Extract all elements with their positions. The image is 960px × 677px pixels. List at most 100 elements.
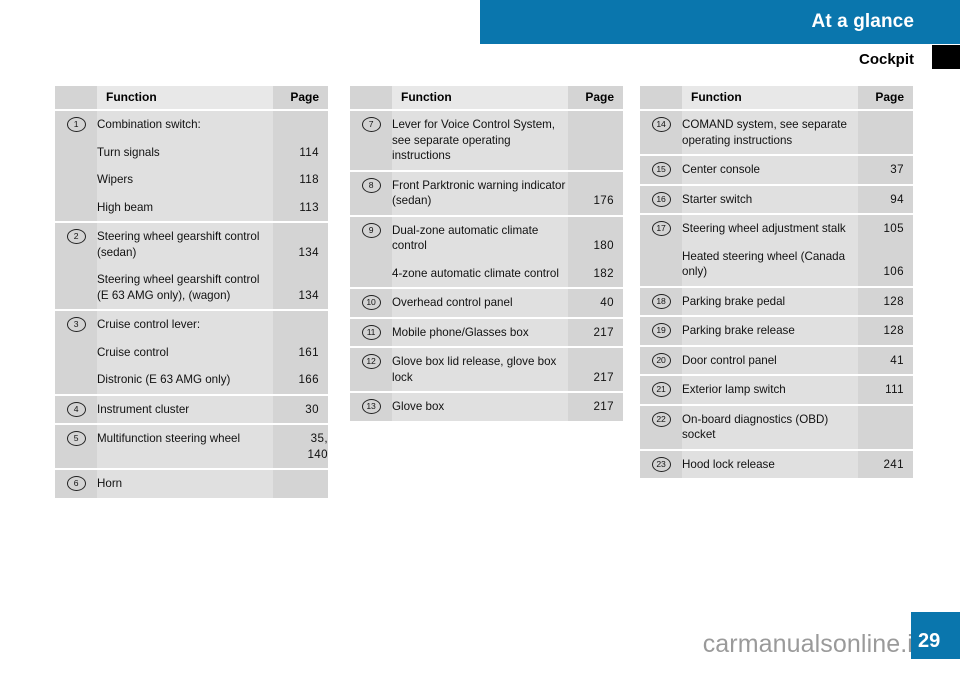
header-function: Function [682,86,858,110]
page-cell: 105 [858,213,913,243]
circled-number-icon: 5 [55,425,97,446]
page-cell: 166 [273,366,328,395]
function-text: Steering wheel gearshift control (E 63 AM… [97,273,260,302]
function-text: Lever for Voice Control System, see sepa… [392,118,556,162]
marker-7: 7 [361,117,381,132]
function-table: Function Page 7 Lever for Voice Control Sys… [350,86,623,421]
function-text: Center console [682,163,760,176]
function-cell: Front Parktronic warning indicator (seda… [392,169,568,216]
table-row: 23 Hood lock release 241 [640,448,913,478]
page-value-wrap: 134 [298,288,319,310]
header-function: Function [392,86,568,110]
row-marker-cell: 7 [350,109,392,171]
page-cell: 128 [858,315,913,346]
page-cell: 113 [273,193,328,222]
page-number-value: 217 [593,370,614,384]
row-marker-cell: 18 [640,285,682,316]
page-value-wrap: 37 [890,162,904,184]
page-number-value: 111 [885,383,904,396]
circled-number-icon: 16 [640,186,682,207]
marker-15: 15 [651,162,671,177]
row-marker-cell: 22 [640,403,682,450]
marker-9: 9 [361,222,381,238]
function-cell: Dual-zone automatic climate control [392,214,568,260]
table-row: High beam 113 [55,193,328,222]
page-number-value: 106 [883,265,904,278]
circled-number-icon: 9 [350,217,392,238]
page-value-wrap: 217 [593,325,614,347]
page-value-wrap: 128 [883,294,904,316]
function-cell: Cruise control lever: [97,309,273,339]
page-cell: 134 [273,266,328,310]
page-number-value: 217 [593,325,614,339]
function-table-column-2: Function Page 7 Lever for Voice Control Sys… [350,86,623,421]
function-text: Turn signals [97,145,160,159]
page-number-value: 241 [883,457,904,471]
circled-number-icon: 15 [640,156,682,177]
row-marker-cell [55,193,97,222]
table-row: 18 Parking brake pedal 128 [640,285,913,316]
circled-number-icon: 23 [640,451,682,472]
table-header-row: Function Page [350,86,623,110]
page-number-value: 176 [593,194,614,207]
table-row: 21 Exterior lamp switch 111 [640,374,913,405]
function-text: Exterior lamp switch [682,383,786,396]
circled-number-icon: 13 [350,393,392,414]
table-row: Steering wheel gearshift control (E 63 AM… [55,266,328,310]
marker-3: 3 [66,317,86,332]
function-cell: Glove box lid release, glove box lock [392,346,568,392]
row-marker-cell: 2 [55,221,97,266]
function-text: On-board diagnostics (OBD) socket [682,412,829,442]
page-cell: 37 [858,154,913,185]
function-text: Parking brake release [682,324,795,337]
page-number-value: 134 [298,288,319,302]
function-text: Instrument cluster [97,402,190,416]
page-number-value: 180 [593,239,614,252]
table-row: 11 Mobile phone/Glasses box 217 [350,316,623,347]
page-value-wrap: 94 [890,192,904,214]
page-value-wrap: 166 [298,372,319,394]
function-table-column-1: Function Page 1 Combination switch: Turn sig… [55,86,328,498]
function-text: Cruise control lever: [97,318,201,331]
page-value-wrap: 180 [593,238,614,260]
page-number-value: 161 [298,345,319,359]
page-number: 29 [918,630,941,652]
circled-number-icon: 8 [350,172,392,193]
function-text: COMAND system, see separate operating in… [682,118,847,147]
marker-2: 2 [66,229,86,244]
row-marker-cell: 5 [55,423,97,469]
header-page: Page [568,86,623,110]
page-cell: 161 [273,338,328,366]
row-marker-cell: 20 [640,344,682,375]
page-number-value: 30 [305,402,319,416]
row-marker-cell: 12 [350,346,392,392]
table-row: 16 Starter switch 94 [640,183,913,214]
function-text: Dual-zone automatic climate control [392,223,539,253]
function-text: Cruise control [97,345,169,359]
marker-6: 6 [66,476,86,491]
page-cell: 30 [273,393,328,424]
page-cell: 40 [568,287,623,318]
function-table: Function Page 1 Combination switch: Turn sig… [55,86,328,498]
page-number-value: 217 [593,400,614,413]
page-title: At a glance [811,11,914,32]
section-tab-marker [932,45,960,69]
function-table-column-3: Function Page 14 COMAND system, see separat… [640,86,913,478]
page-cell [858,403,913,450]
page-cell [273,309,328,339]
table-row: Heated steering wheel (Canada only) 106 [640,242,913,287]
row-marker-cell: 11 [350,316,392,347]
page-number-value: 37 [890,163,904,176]
page-value-wrap [273,470,328,482]
function-cell: On-board diagnostics (OBD) socket [682,403,858,450]
row-marker-cell [55,138,97,166]
table-row: 3 Cruise control lever: [55,309,328,339]
page-number-value: 41 [890,353,904,367]
page-cell: 182 [568,259,623,288]
row-marker-cell [55,266,97,310]
table-row: 14 COMAND system, see separate operating … [640,109,913,155]
function-text: 4-zone automatic climate control [392,266,559,280]
page-number-value: 134 [298,245,319,259]
page-value-wrap: 35, 140 [273,425,328,468]
table-row: 10 Overhead control panel 40 [350,287,623,318]
